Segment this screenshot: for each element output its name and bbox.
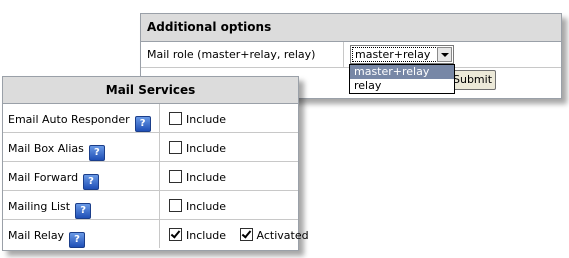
include-label: Include (186, 142, 227, 155)
include-checkbox[interactable] (169, 112, 182, 125)
row-divider (159, 191, 160, 219)
additional-options-title: Additional options (141, 14, 561, 42)
include-checkbox[interactable] (169, 228, 182, 241)
row-divider (159, 220, 160, 248)
help-icon[interactable]: ? (88, 145, 105, 161)
service-label: Email Auto Responder (8, 113, 130, 126)
help-icon[interactable]: ? (134, 116, 151, 132)
service-row-mail-forward: Mail Forward? Include (3, 162, 298, 191)
mail-services-title: Mail Services (3, 77, 298, 104)
mail-role-dropdown-list: master+relay relay (349, 64, 455, 94)
submit-button[interactable]: Submit (452, 70, 496, 90)
help-icon[interactable]: ? (69, 232, 86, 248)
service-label: Mailing List (8, 200, 71, 213)
include-checkbox[interactable] (169, 199, 182, 212)
chevron-down-icon[interactable] (437, 47, 452, 62)
mail-role-select[interactable]: master+relay (350, 45, 454, 64)
dropdown-option-relay[interactable]: relay (350, 79, 454, 93)
include-label: Include (186, 171, 227, 184)
help-icon[interactable]: ? (75, 203, 92, 219)
service-label: Mail Box Alias (8, 142, 84, 155)
row-divider (343, 42, 344, 67)
service-row-mail-box-alias: Mail Box Alias? Include (3, 133, 298, 162)
include-checkbox[interactable] (169, 170, 182, 183)
include-checkbox[interactable] (169, 141, 182, 154)
include-label: Include (186, 229, 227, 242)
mail-role-selected-value: master+relay (352, 47, 438, 62)
mail-services-panel: Mail Services Email Auto Responder? Incl… (2, 76, 309, 251)
service-row-email-auto-responder: Email Auto Responder? Include (3, 104, 298, 133)
row-divider (159, 104, 160, 132)
service-row-mail-relay: Mail Relay? Include Activated (3, 220, 309, 248)
include-label: Include (186, 113, 227, 126)
row-divider (159, 133, 160, 161)
help-icon[interactable]: ? (83, 174, 100, 190)
include-label: Include (186, 200, 227, 213)
activated-checkbox[interactable] (239, 228, 253, 241)
service-row-mailing-list: Mailing List? Include (3, 191, 298, 220)
row-divider (159, 162, 160, 190)
service-label: Mail Relay (8, 229, 65, 242)
activated-label: Activated (256, 229, 309, 242)
dropdown-option-master-relay[interactable]: master+relay (350, 65, 454, 79)
service-label: Mail Forward (8, 171, 79, 184)
mail-role-label: Mail role (master+relay, relay) (147, 48, 316, 61)
